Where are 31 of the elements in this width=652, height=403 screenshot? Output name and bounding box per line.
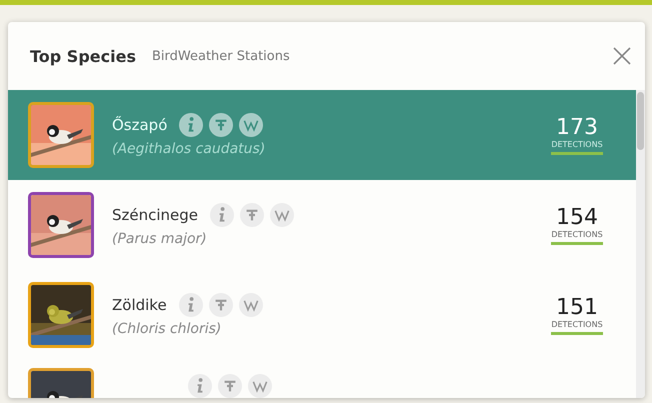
species-row[interactable]: Zöldike (Chloris chloris) 151 DETECTIONS [8, 270, 636, 360]
species-name: Széncinege [112, 206, 198, 224]
species-row[interactable]: Széncinege (Parus major) 154 DETECTIONS [8, 180, 636, 270]
info-icon[interactable] [188, 374, 212, 398]
scientific-name: (Parus major) [112, 231, 208, 247]
species-name: Őszapó [112, 116, 168, 134]
detections-label: DETECTIONS [551, 320, 603, 335]
info-icon[interactable] [179, 113, 204, 137]
panel-subtitle: BirdWeather Stations [152, 48, 291, 64]
wiki-icon[interactable] [238, 293, 263, 317]
tee-icon[interactable] [218, 374, 242, 398]
tee-icon[interactable] [208, 293, 233, 317]
tee-icon[interactable] [240, 203, 264, 227]
scrollbar[interactable] [636, 90, 645, 398]
detection-count: 154 [556, 205, 598, 230]
species-name: Zöldike [112, 296, 167, 314]
wiki-icon[interactable] [239, 113, 264, 137]
tee-icon[interactable] [209, 113, 234, 137]
scientific-name: (Chloris chloris) [112, 321, 222, 337]
wiki-icon[interactable] [270, 203, 294, 227]
species-row[interactable]: Őszapó (Aegithalos caudatus) 173 DETECTIONS [8, 90, 636, 180]
wiki-icon[interactable] [248, 374, 272, 398]
detection-count: 151 [556, 295, 598, 320]
info-icon[interactable] [210, 203, 234, 227]
detections-label: DETECTIONS [551, 230, 603, 245]
info-icon[interactable] [178, 293, 203, 317]
detections-label: DETECTIONS [551, 140, 603, 155]
panel-title: Top Species [30, 46, 136, 66]
detection-count: 173 [556, 115, 598, 140]
close-button[interactable] [611, 45, 633, 67]
scientific-name: (Aegithalos caudatus) [112, 141, 266, 157]
